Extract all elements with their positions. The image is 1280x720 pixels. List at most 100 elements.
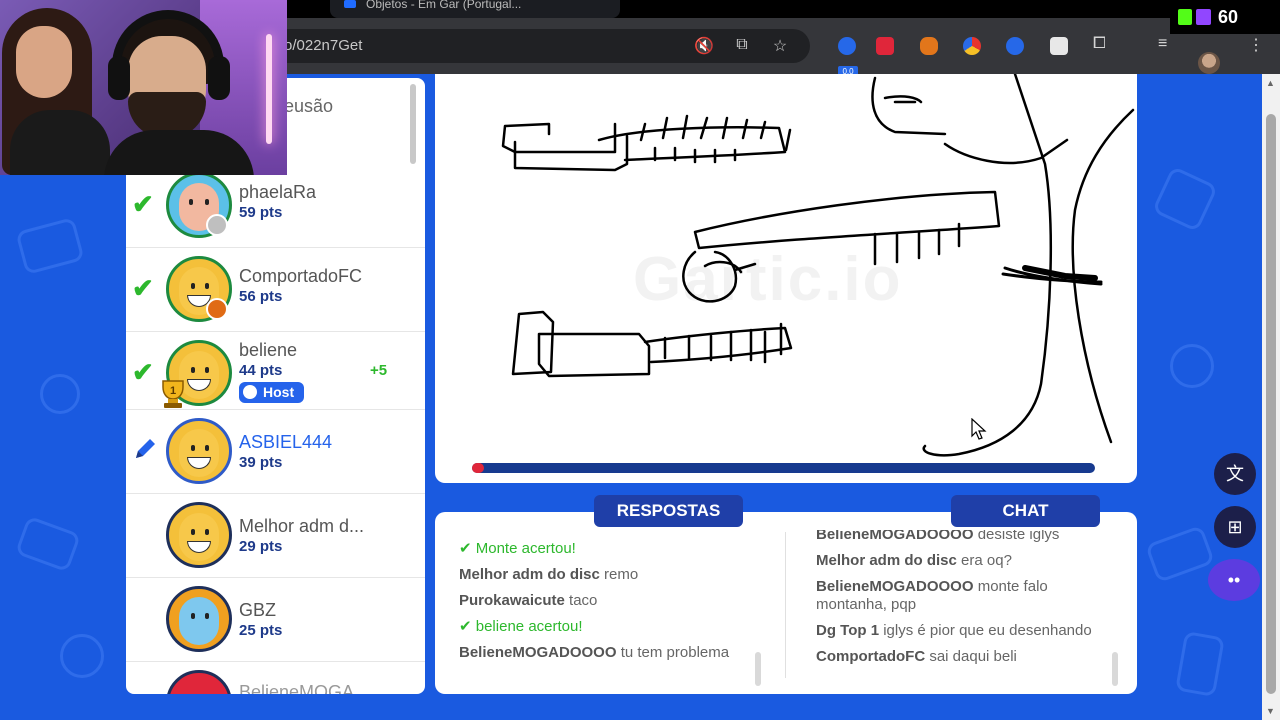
install-app-icon[interactable]: ⧉ [732, 36, 752, 54]
correct-check-icon: ✔ [132, 357, 154, 387]
answer-text: acertou! [528, 618, 583, 635]
background-doodle [1144, 524, 1216, 584]
player-list-scrollbar[interactable] [410, 84, 416, 164]
chat-item: ComportadoFC sai daqui beli [816, 648, 1116, 666]
tab-answers[interactable]: RESPOSTAS [594, 495, 743, 527]
drawing-stroke [643, 326, 793, 364]
headset-ear [208, 56, 230, 100]
scroll-down-icon[interactable]: ▼ [1266, 706, 1275, 716]
player-points: 56 pts [239, 288, 283, 305]
chat-user: ComportadoFC [816, 648, 926, 665]
bookmark-star-icon[interactable]: ☆ [770, 36, 790, 56]
avatar-eye [205, 199, 209, 205]
scroll-up-icon[interactable]: ▲ [1266, 78, 1275, 88]
scrollbar-thumb[interactable] [1266, 114, 1276, 694]
host-icon [243, 385, 257, 399]
player-points: 44 pts [239, 362, 283, 379]
chat-text: desiste iglys [977, 530, 1060, 543]
player-row[interactable]: GBZ 25 pts [126, 578, 425, 662]
avatar-eye [191, 283, 195, 289]
round-timer-bar [472, 463, 1095, 473]
drawing-canvas[interactable]: Gartic.io [435, 74, 1137, 483]
background-doodle [14, 515, 82, 573]
metamask-fox-icon[interactable] [920, 37, 938, 55]
answer-item: Melhor adm do disc remo [459, 566, 769, 584]
status-dot [206, 298, 228, 320]
round-timer-fill [472, 463, 485, 473]
player-points: 59 pts [239, 204, 283, 221]
player-name: BelieneMOGA... [239, 682, 370, 694]
avatar-face [179, 513, 219, 561]
avatar-eye [191, 445, 195, 451]
bot-button[interactable]: •• [1208, 559, 1260, 601]
answer-text: tu tem problema [620, 644, 730, 661]
tab-chat[interactable]: CHAT [951, 495, 1100, 527]
correct-check-icon: ✔ [132, 273, 154, 303]
player-row[interactable]: ASBIEL444 39 pts [126, 410, 425, 494]
drawing-pencil-icon [136, 439, 155, 458]
drawing-stroke [871, 76, 947, 136]
avatar-eye [191, 367, 195, 373]
extension-image-icon[interactable] [1050, 37, 1068, 55]
twitch-icon [1196, 9, 1211, 25]
answer-item: ✔ beliene acertou! [459, 618, 769, 636]
address-url[interactable]: o/022n7Get [284, 37, 362, 54]
player-row[interactable]: Melhor adm d... 29 pts [126, 494, 425, 578]
media-queue-icon[interactable]: ≡ [1158, 35, 1167, 53]
apps-button[interactable]: ⊞ [1214, 506, 1256, 548]
answer-text: remo [604, 566, 639, 583]
player-row[interactable]: ✔ phaelaRa 59 pts [126, 164, 425, 248]
mute-site-icon[interactable]: 🔇 [694, 36, 714, 56]
chat-scrollbar[interactable] [1112, 652, 1118, 686]
page-scrollbar[interactable]: ▲ ▼ [1262, 74, 1280, 720]
player-row[interactable]: ✔ 1 beliene 44 pts +5 Host [126, 332, 425, 410]
browser-tab-title: Objetos - Em Gar (Portugal... [366, 0, 522, 11]
player-name: beliene [239, 340, 298, 360]
chat-user: Melhor adm do disc [816, 552, 957, 569]
answers-scrollbar[interactable] [755, 652, 761, 686]
drawing-stroke [501, 122, 617, 154]
viewer-counter: 60 [1170, 0, 1280, 34]
chat-list: BelieneMOGADOOOO desiste iglys Melhor ad… [816, 530, 1116, 688]
player-row[interactable]: ✔ ComportadoFC 56 pts [126, 248, 425, 332]
answer-item: ✔ Monte acertou! [459, 540, 769, 558]
answer-user: Melhor adm do disc [459, 566, 600, 583]
extensions-puzzle-icon[interactable]: ⧠ [1093, 35, 1106, 53]
avatar-eye [189, 199, 193, 205]
extension-iq-icon[interactable] [1006, 37, 1024, 55]
extension-video-icon[interactable] [876, 37, 894, 55]
chat-item: Melhor adm do disc era oq? [816, 552, 1116, 570]
extension-globe-icon[interactable] [838, 37, 856, 55]
browser-tab[interactable]: Objetos - Em Gar (Portugal... [330, 0, 620, 18]
player-avatar [166, 418, 232, 484]
background-doodle [1170, 344, 1214, 388]
chat-item: Dg Top 1 iglys é pior que eu desenhando [816, 622, 1116, 640]
chat-text: iglys é pior que eu desenhando [883, 622, 1092, 639]
correct-check-icon: ✔ [459, 540, 472, 557]
chat-text: era oq? [961, 552, 1012, 569]
points-gain: +5 [370, 362, 388, 379]
drawing-stroke [537, 332, 651, 378]
avatar-eye [191, 613, 195, 619]
avatar-eye [205, 529, 209, 535]
chat-user: Dg Top 1 [816, 622, 880, 639]
drawing-stroke [703, 260, 757, 274]
player-name: ASBIEL444 [239, 432, 333, 452]
translate-button[interactable]: 文 [1214, 453, 1256, 495]
browser-menu-icon[interactable]: ⋮ [1248, 35, 1264, 55]
address-bar[interactable]: o/022n7Get 🔇 ⧉ ☆ [270, 29, 810, 63]
avatar-eye [205, 283, 209, 289]
avatar-face [179, 429, 219, 477]
rank-number: 1 [170, 385, 176, 397]
trophy-icon: 1 [162, 380, 184, 408]
avatar-face [179, 597, 219, 645]
player-row[interactable]: BelieneMOGA... [126, 662, 425, 694]
answer-item: BelieneMOGADOOOO tu tem problema [459, 644, 749, 662]
chat-item: BelieneMOGADOOOO desiste iglys [816, 530, 1116, 544]
profile-avatar[interactable] [1198, 52, 1220, 74]
player-name: eusão [284, 96, 334, 116]
player-name: ComportadoFC [239, 266, 363, 286]
extension-color-icon[interactable] [963, 37, 981, 55]
drawing-strokes [501, 74, 1135, 457]
bot-face-icon: •• [1227, 570, 1241, 590]
